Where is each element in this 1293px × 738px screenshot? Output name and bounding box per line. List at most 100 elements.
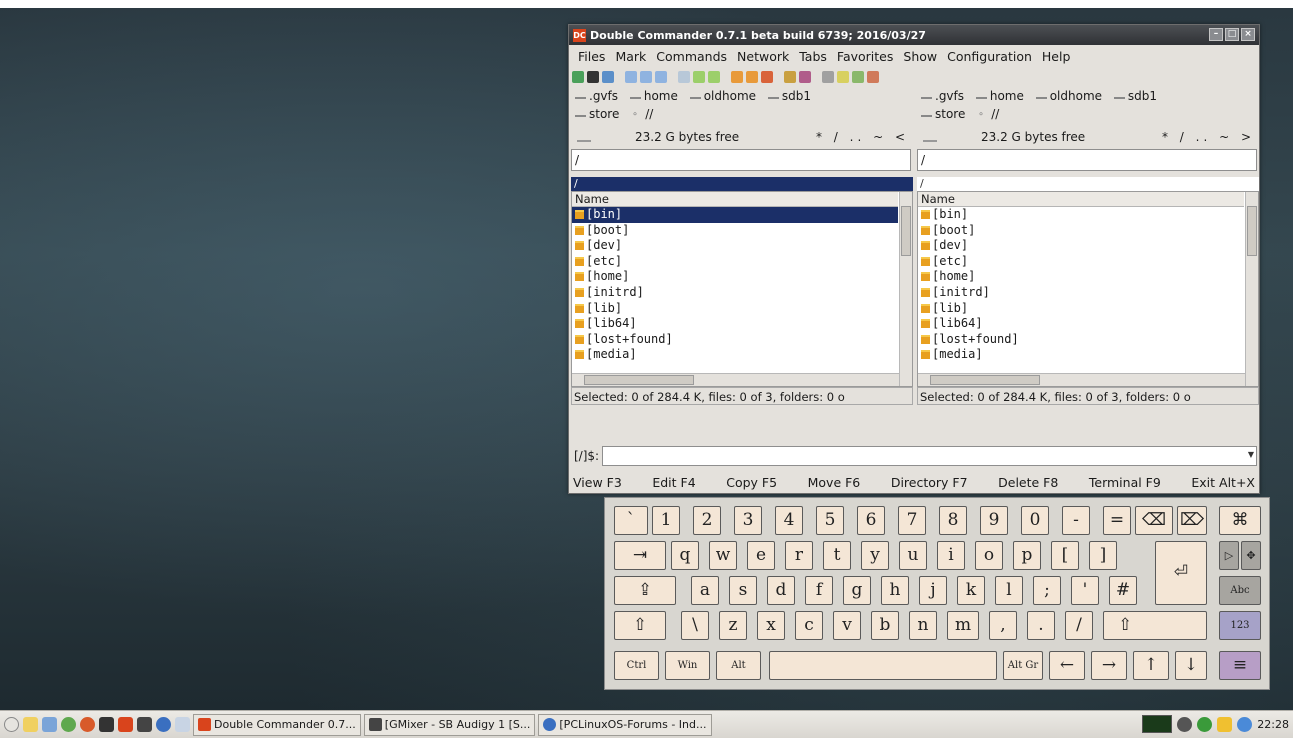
file-row[interactable]: [lib] xyxy=(572,301,898,317)
key-o[interactable]: o xyxy=(975,541,1003,570)
drive-sdb1[interactable]: sdb1 xyxy=(767,89,811,103)
move-keyboard-key[interactable]: ✥ xyxy=(1241,541,1261,570)
drive-network[interactable]: ⚬// xyxy=(977,107,999,121)
rename-icon[interactable] xyxy=(761,71,773,83)
pack-icon[interactable] xyxy=(784,71,796,83)
file-row[interactable]: [dev] xyxy=(572,238,898,254)
left-column-name[interactable]: Name xyxy=(572,192,898,207)
file-row[interactable]: [lib] xyxy=(918,301,1244,317)
drive-icon[interactable] xyxy=(923,132,937,142)
menu-files[interactable]: Files xyxy=(573,49,610,64)
file-row[interactable]: [lib64] xyxy=(918,316,1244,332)
edit-button[interactable]: Edit F4 xyxy=(652,475,695,490)
arrow-up-key[interactable]: ↑ xyxy=(1133,651,1169,680)
key-backslash[interactable]: \ xyxy=(681,611,709,640)
drive-store[interactable]: store xyxy=(575,107,619,121)
left-file-list[interactable]: Name [bin] [boot] [dev] [etc] [home] [in… xyxy=(571,191,913,387)
directory-button[interactable]: Directory F7 xyxy=(891,475,968,490)
find-files-icon[interactable] xyxy=(822,71,834,83)
file-row[interactable]: [initrd] xyxy=(918,285,1244,301)
menu-favorites[interactable]: Favorites xyxy=(832,49,898,64)
file-row[interactable]: [lib64] xyxy=(572,316,898,332)
left-horizontal-scrollbar[interactable] xyxy=(572,373,899,386)
edit-icon[interactable] xyxy=(837,71,849,83)
scrollbar-thumb[interactable] xyxy=(584,375,694,385)
key-i[interactable]: i xyxy=(937,541,965,570)
update-icon[interactable] xyxy=(1197,716,1213,732)
pin-key[interactable]: ▷ xyxy=(1219,541,1239,570)
key-x[interactable]: x xyxy=(757,611,785,640)
window-list-icon[interactable] xyxy=(175,717,190,732)
file-row[interactable]: [lost+found] xyxy=(572,332,898,348)
move-icon[interactable] xyxy=(746,71,758,83)
space-key[interactable] xyxy=(769,651,997,680)
file-manager-icon[interactable] xyxy=(137,717,152,732)
task-forums-browser[interactable]: [PCLinuxOS-Forums - Ind... xyxy=(538,713,712,736)
drive-gvfs[interactable]: .gvfs xyxy=(921,89,964,103)
scrollbar-thumb[interactable] xyxy=(930,375,1040,385)
file-row[interactable]: [boot] xyxy=(918,223,1244,239)
key-s[interactable]: s xyxy=(729,576,757,605)
start-menu-icon[interactable] xyxy=(4,717,19,732)
key-0[interactable]: 0 xyxy=(1021,506,1049,535)
menu-show[interactable]: Show xyxy=(898,49,942,64)
browser-icon[interactable] xyxy=(156,717,171,732)
abc-mode-key[interactable]: Abc xyxy=(1219,576,1261,605)
task-double-commander[interactable]: Double Commander 0.7... xyxy=(193,713,361,736)
drive-store[interactable]: store xyxy=(921,107,965,121)
copy-button[interactable]: Copy F5 xyxy=(726,475,777,490)
exit-button[interactable]: Exit Alt+X xyxy=(1191,475,1255,490)
right-file-list[interactable]: Name [bin] [boot] [dev] [etc] [home] [in… xyxy=(917,191,1259,387)
drive-gvfs[interactable]: .gvfs xyxy=(575,89,618,103)
menu-commands[interactable]: Commands xyxy=(651,49,732,64)
clipboard-icon[interactable] xyxy=(1237,716,1253,732)
backspace-key[interactable]: ⌫ xyxy=(1135,506,1173,535)
file-row[interactable]: [etc] xyxy=(572,254,898,270)
key-7[interactable]: 7 xyxy=(898,506,926,535)
left-nav-buttons[interactable]: * / .. ~ < xyxy=(816,130,913,144)
file-row[interactable]: [media] xyxy=(918,347,1244,363)
clock[interactable]: 22:28 xyxy=(1257,718,1289,731)
key-n[interactable]: n xyxy=(909,611,937,640)
move-button[interactable]: Move F6 xyxy=(808,475,861,490)
key-q[interactable]: q xyxy=(671,541,699,570)
shift-left-key[interactable]: ⇧ xyxy=(614,611,666,640)
key-b[interactable]: b xyxy=(871,611,899,640)
left-path-input[interactable]: / xyxy=(571,149,911,171)
double-commander-icon[interactable] xyxy=(118,717,133,732)
key-3[interactable]: 3 xyxy=(734,506,762,535)
file-row[interactable]: [lost+found] xyxy=(918,332,1244,348)
key-left-bracket[interactable]: [ xyxy=(1051,541,1079,570)
menu-configuration[interactable]: Configuration xyxy=(942,49,1037,64)
file-row[interactable]: [home] xyxy=(918,269,1244,285)
file-row[interactable]: [dev] xyxy=(918,238,1244,254)
altgr-key[interactable]: Alt Gr xyxy=(1003,651,1043,680)
search-icon[interactable] xyxy=(602,71,614,83)
key-c[interactable]: c xyxy=(795,611,823,640)
key-u[interactable]: u xyxy=(899,541,927,570)
view-button[interactable]: View F3 xyxy=(573,475,622,490)
settings-icon[interactable] xyxy=(61,717,76,732)
menu-network[interactable]: Network xyxy=(732,49,794,64)
key-comma[interactable]: , xyxy=(989,611,1017,640)
key-j[interactable]: j xyxy=(919,576,947,605)
arrow-left-key[interactable]: ← xyxy=(1049,651,1085,680)
left-vertical-scrollbar[interactable] xyxy=(899,192,912,386)
key-minus[interactable]: - xyxy=(1062,506,1090,535)
ctrl-key[interactable]: Ctrl xyxy=(614,651,659,680)
key-m[interactable]: m xyxy=(947,611,979,640)
file-row[interactable]: [initrd] xyxy=(572,285,898,301)
thumbnail-view-icon[interactable] xyxy=(655,71,667,83)
file-row[interactable]: [media] xyxy=(572,347,898,363)
key-backtick[interactable]: ` xyxy=(614,506,648,535)
terminal-icon[interactable] xyxy=(99,717,114,732)
drive-home[interactable]: home xyxy=(975,89,1024,103)
sync-left-icon[interactable] xyxy=(693,71,705,83)
key-9[interactable]: 9 xyxy=(980,506,1008,535)
scrollbar-thumb[interactable] xyxy=(901,206,911,256)
cpu-graph-icon[interactable] xyxy=(1142,715,1173,733)
right-vertical-scrollbar[interactable] xyxy=(1245,192,1258,386)
enter-key[interactable]: ⏎ xyxy=(1155,541,1207,605)
file-row[interactable]: [boot] xyxy=(572,223,898,239)
drive-icon[interactable] xyxy=(577,132,591,142)
